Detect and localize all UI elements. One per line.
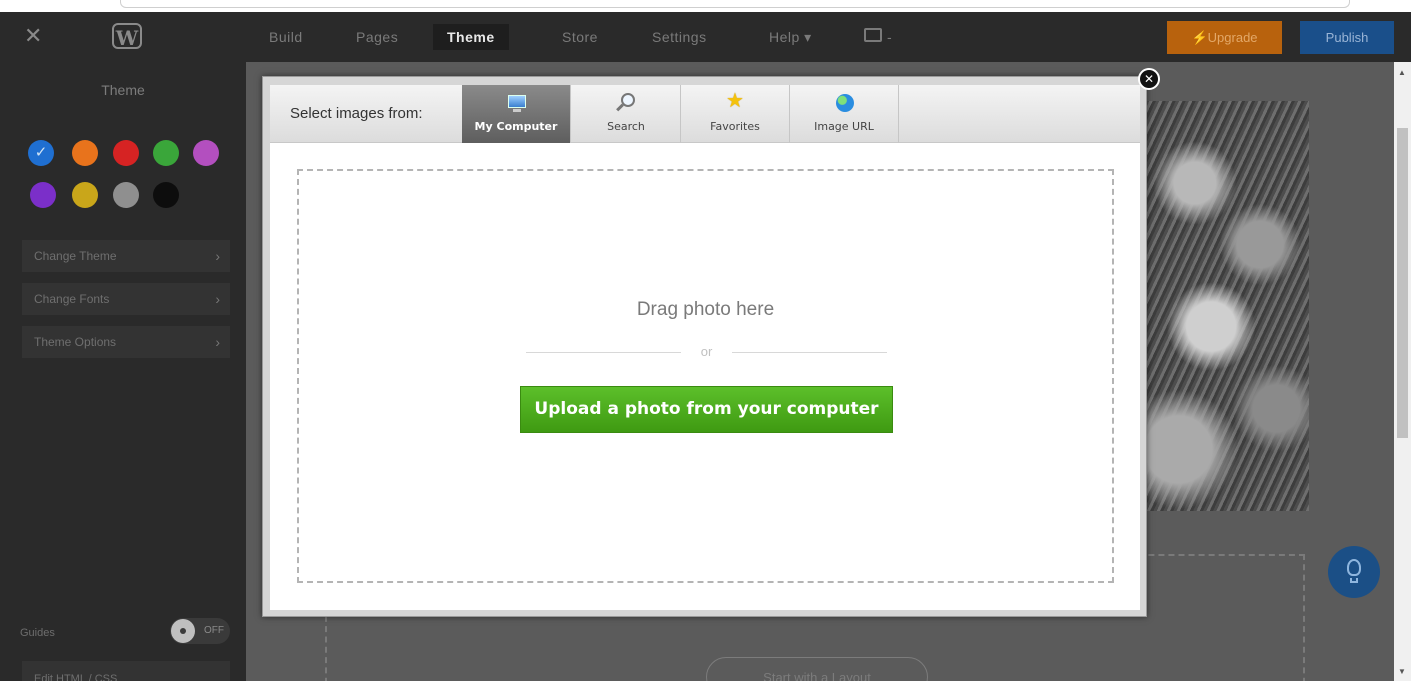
image-source-tabbar: Select images from: My Computer Search ★… bbox=[270, 85, 1140, 143]
help-button[interactable] bbox=[1328, 546, 1380, 598]
color-swatch-orange[interactable] bbox=[72, 140, 98, 166]
guides-label: Guides bbox=[20, 627, 55, 639]
photo-drop-zone[interactable]: Drag photo here or Upload a photo from y… bbox=[297, 169, 1114, 583]
color-swatch-gray[interactable] bbox=[113, 182, 139, 208]
tab-search-label: Search bbox=[607, 120, 645, 133]
star-icon: ★ bbox=[726, 90, 744, 112]
lightbulb-icon bbox=[1347, 559, 1361, 576]
divider-line-left bbox=[526, 352, 681, 353]
chevron-right-icon: › bbox=[215, 248, 220, 264]
scroll-down-arrow-icon[interactable]: ▼ bbox=[1398, 667, 1406, 676]
magnifier-handle bbox=[616, 103, 624, 112]
nav-settings[interactable]: Settings bbox=[652, 24, 707, 50]
guides-state: OFF bbox=[204, 625, 224, 636]
publish-button[interactable]: Publish bbox=[1300, 21, 1394, 54]
tab-image-url-label: Image URL bbox=[814, 120, 874, 133]
color-swatch-red[interactable] bbox=[113, 140, 139, 166]
sidebar-title: Theme bbox=[101, 82, 145, 98]
scrollbar-thumb[interactable] bbox=[1397, 128, 1408, 438]
chevron-right-icon: › bbox=[215, 334, 220, 350]
close-editor-icon[interactable]: ✕ bbox=[24, 25, 42, 47]
select-images-label: Select images from: bbox=[290, 105, 423, 122]
page-scrollbar[interactable]: ▲ ▼ bbox=[1394, 62, 1411, 681]
change-theme-row[interactable]: Change Theme › bbox=[22, 240, 230, 272]
tab-favorites[interactable]: ★ Favorites bbox=[681, 85, 790, 143]
theme-options-label: Theme Options bbox=[34, 335, 117, 349]
theme-sidebar: Theme ✓ Change Theme › Change Fonts › Th… bbox=[0, 62, 246, 681]
nav-pages[interactable]: Pages bbox=[356, 24, 398, 50]
monitor-stand bbox=[513, 109, 521, 112]
device-caret-icon[interactable]: - bbox=[887, 24, 892, 50]
monitor-icon bbox=[508, 95, 526, 108]
tab-favorites-label: Favorites bbox=[710, 120, 760, 133]
change-fonts-row[interactable]: Change Fonts › bbox=[22, 283, 230, 315]
modal-body: Select images from: My Computer Search ★… bbox=[270, 85, 1140, 610]
color-swatch-pink[interactable] bbox=[193, 140, 219, 166]
globe-icon bbox=[836, 94, 854, 112]
modal-close-icon[interactable]: ✕ bbox=[1138, 68, 1160, 90]
nav-theme[interactable]: Theme bbox=[433, 24, 509, 50]
change-fonts-label: Change Fonts bbox=[34, 292, 110, 306]
snowy-forest-image[interactable] bbox=[1146, 101, 1309, 511]
weebly-logo-icon[interactable]: W bbox=[112, 23, 142, 50]
upload-photo-button[interactable]: Upload a photo from your computer bbox=[520, 386, 893, 433]
toggle-knob bbox=[171, 619, 195, 643]
color-swatch-yellow[interactable] bbox=[72, 182, 98, 208]
start-with-layout-button[interactable]: Start with a Layout bbox=[706, 657, 928, 681]
tab-my-computer-label: My Computer bbox=[474, 120, 558, 133]
edit-html-css-button[interactable]: Edit HTML / CSS bbox=[22, 661, 230, 681]
tab-image-url[interactable]: Image URL bbox=[790, 85, 899, 143]
device-preview-icon[interactable] bbox=[864, 28, 882, 42]
upgrade-button[interactable]: ⚡Upgrade bbox=[1167, 21, 1282, 54]
nav-help[interactable]: Help ▾ bbox=[769, 24, 812, 50]
address-bar-edge bbox=[120, 0, 1350, 8]
change-theme-label: Change Theme bbox=[34, 249, 117, 263]
image-picker-modal: Select images from: My Computer Search ★… bbox=[262, 76, 1147, 617]
or-separator: or bbox=[700, 344, 713, 359]
guides-toggle[interactable]: OFF bbox=[170, 618, 230, 644]
color-swatch-purple[interactable] bbox=[30, 182, 56, 208]
theme-options-row[interactable]: Theme Options › bbox=[22, 326, 230, 358]
tab-my-computer[interactable]: My Computer bbox=[462, 85, 571, 143]
browser-strip bbox=[0, 0, 1411, 12]
lightbulb-base bbox=[1350, 578, 1358, 583]
checkmark-icon: ✓ bbox=[34, 144, 48, 161]
drag-photo-text: Drag photo here bbox=[636, 299, 775, 320]
nav-build[interactable]: Build bbox=[269, 24, 303, 50]
color-swatch-green[interactable] bbox=[153, 140, 179, 166]
nav-store[interactable]: Store bbox=[562, 24, 598, 50]
chevron-right-icon: › bbox=[215, 291, 220, 307]
color-swatch-blue[interactable]: ✓ bbox=[28, 140, 54, 166]
divider-line-right bbox=[732, 352, 887, 353]
tab-search[interactable]: Search bbox=[572, 85, 681, 143]
color-swatch-black[interactable] bbox=[153, 182, 179, 208]
scroll-up-arrow-icon[interactable]: ▲ bbox=[1398, 68, 1406, 77]
